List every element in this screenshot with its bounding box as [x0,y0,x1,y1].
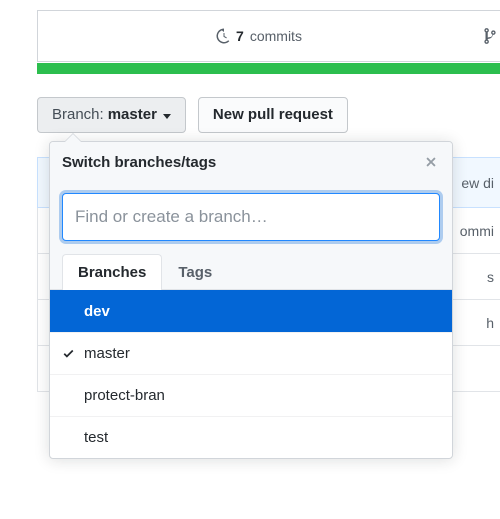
branch-list: dev master protect-bran test [50,290,452,458]
branch-item-label: protect-bran [84,387,165,404]
branch-dropdown: Switch branches/tags Branches Tags dev m… [49,141,453,459]
commits-count: 7 [236,28,244,44]
check-icon [60,346,76,362]
branch-name: master [108,105,157,125]
tab-branches[interactable]: Branches [62,254,162,290]
branch-item-test[interactable]: test [50,416,452,458]
check-icon [60,303,76,319]
new-pull-request-button[interactable]: New pull request [198,97,348,133]
branch-dropdown-header: Switch branches/tags Branches Tags [50,142,452,290]
caret-down-icon [163,114,171,119]
branch-dropdown-title: Switch branches/tags [62,154,216,171]
branch-icon [480,27,500,45]
check-icon [60,388,76,404]
branch-prefix: Branch: [52,105,104,125]
check-icon [60,430,76,446]
commits-label: commits [250,28,302,44]
tab-tags[interactable]: Tags [162,254,228,290]
branch-item-protect-bran[interactable]: protect-bran [50,374,452,416]
repo-toolbar: Branch: master New pull request [37,97,348,133]
history-icon [216,28,232,44]
branch-item-label: test [84,429,108,446]
branch-item-dev[interactable]: dev [50,290,452,332]
branch-item-label: dev [84,303,110,320]
language-bar [37,63,500,74]
branch-select-button[interactable]: Branch: master [37,97,186,133]
branch-item-master[interactable]: master [50,332,452,374]
branch-item-label: master [84,345,130,362]
branch-filter-input[interactable] [62,193,440,241]
branch-dropdown-tabs: Branches Tags [50,253,452,289]
close-icon[interactable] [422,153,440,171]
repo-stats-bar: 7 commits [37,10,500,62]
commits-link[interactable]: 7 commits [38,11,480,61]
